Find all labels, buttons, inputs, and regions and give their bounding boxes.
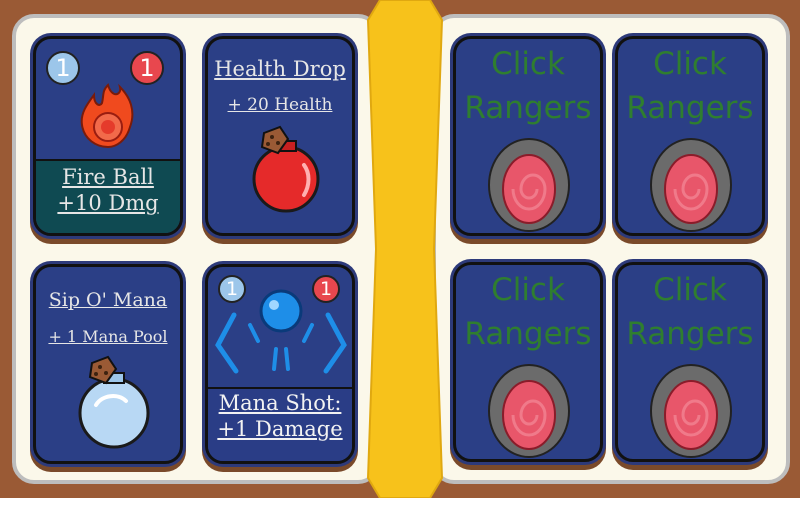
power-badge: 1 bbox=[130, 51, 164, 85]
card-back-2[interactable]: Click Rangers bbox=[615, 36, 765, 236]
mana-cost-badge: 1 bbox=[46, 51, 80, 85]
card-mana-shot[interactable]: 1 1 Mana Shot: +1 Damage bbox=[205, 264, 355, 464]
card-back-1[interactable]: Click Rangers bbox=[453, 36, 603, 236]
portal-icon bbox=[488, 138, 570, 232]
card-back-4[interactable]: Click Rangers bbox=[615, 262, 765, 462]
mana-orb-icon bbox=[215, 289, 347, 374]
card-back-subtitle: Rangers bbox=[464, 90, 592, 126]
book-spine bbox=[366, 0, 444, 498]
card-footer: Fire Ball +10 Dmg bbox=[36, 159, 180, 233]
card-effect: +1 Damage bbox=[217, 417, 343, 441]
fireball-icon bbox=[80, 83, 134, 149]
card-name: Sip O' Mana bbox=[48, 289, 168, 311]
card-fire-ball[interactable]: 1 1 Fire Ball +10 Dmg bbox=[33, 36, 183, 236]
card-name: Mana Shot: bbox=[218, 391, 342, 415]
card-back-title: Click bbox=[491, 46, 565, 82]
card-back-subtitle: Rangers bbox=[626, 316, 754, 352]
card-name: Health Drop bbox=[214, 57, 346, 81]
card-effect: + 20 Health bbox=[227, 95, 333, 115]
card-back-title: Click bbox=[653, 46, 727, 82]
spell-book: 1 1 Fire Ball +10 Dmg Health Drop + 20 H… bbox=[0, 0, 800, 498]
card-back-3[interactable]: Click Rangers bbox=[453, 262, 603, 462]
card-effect: +10 Dmg bbox=[57, 191, 159, 215]
card-back-subtitle: Rangers bbox=[626, 90, 754, 126]
card-back-subtitle: Rangers bbox=[464, 316, 592, 352]
card-health-drop[interactable]: Health Drop + 20 Health bbox=[205, 36, 355, 236]
card-back-title: Click bbox=[491, 272, 565, 308]
card-back-title: Click bbox=[653, 272, 727, 308]
portal-icon bbox=[488, 364, 570, 458]
card-effect: + 1 Mana Pool bbox=[48, 327, 168, 346]
red-potion-icon bbox=[252, 125, 320, 213]
portal-icon bbox=[650, 364, 732, 458]
card-footer: Mana Shot: +1 Damage bbox=[208, 387, 352, 461]
card-sip-o-mana[interactable]: Sip O' Mana + 1 Mana Pool bbox=[33, 264, 183, 464]
blue-potion-icon bbox=[78, 355, 150, 449]
card-name: Fire Ball bbox=[62, 165, 154, 189]
portal-icon bbox=[650, 138, 732, 232]
